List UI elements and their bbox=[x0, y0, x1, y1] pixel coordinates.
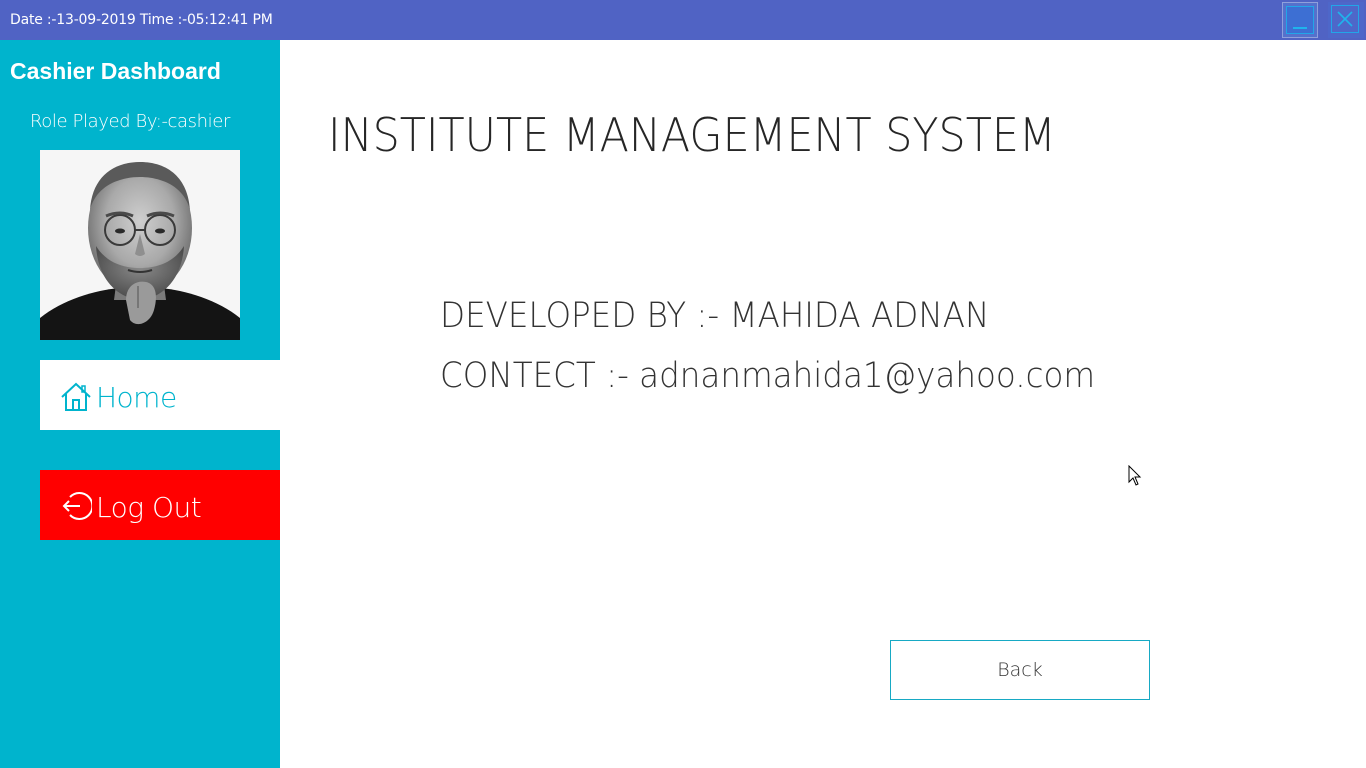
close-button[interactable] bbox=[1328, 2, 1364, 38]
app-window: Date :-13-09-2019 Time :-05:12:41 PM Cas… bbox=[0, 0, 1366, 768]
logout-label: Log Out bbox=[96, 491, 202, 524]
page-title: INSTITUTE MANAGEMENT SYSTEM bbox=[328, 108, 1056, 162]
house-icon bbox=[60, 382, 92, 412]
logout-arrow-icon bbox=[60, 490, 94, 522]
close-icon bbox=[1331, 5, 1359, 33]
minimize-button[interactable] bbox=[1282, 2, 1318, 38]
date-time-text: Date :-13-09-2019 Time :-05:12:41 PM bbox=[10, 12, 273, 28]
back-button[interactable]: Back bbox=[890, 640, 1150, 700]
nav-home-label: Home bbox=[96, 381, 177, 414]
user-avatar bbox=[40, 150, 240, 340]
role-label: Role Played By:-cashier bbox=[30, 111, 230, 132]
sidebar: Cashier Dashboard Role Played By:-cashie… bbox=[0, 40, 280, 768]
nav-home-button[interactable]: Home bbox=[40, 360, 280, 430]
title-bar: Date :-13-09-2019 Time :-05:12:41 PM bbox=[0, 0, 1366, 40]
minimize-icon bbox=[1286, 6, 1314, 34]
contact-info: CONTECT :- adnanmahida1@yahoo.com bbox=[440, 356, 1096, 396]
dashboard-title: Cashier Dashboard bbox=[10, 58, 221, 84]
logout-button[interactable]: Log Out bbox=[40, 470, 280, 540]
developer-info: DEVELOPED BY :- MAHIDA ADNAN bbox=[440, 296, 990, 336]
mouse-cursor-icon bbox=[1128, 464, 1144, 487]
